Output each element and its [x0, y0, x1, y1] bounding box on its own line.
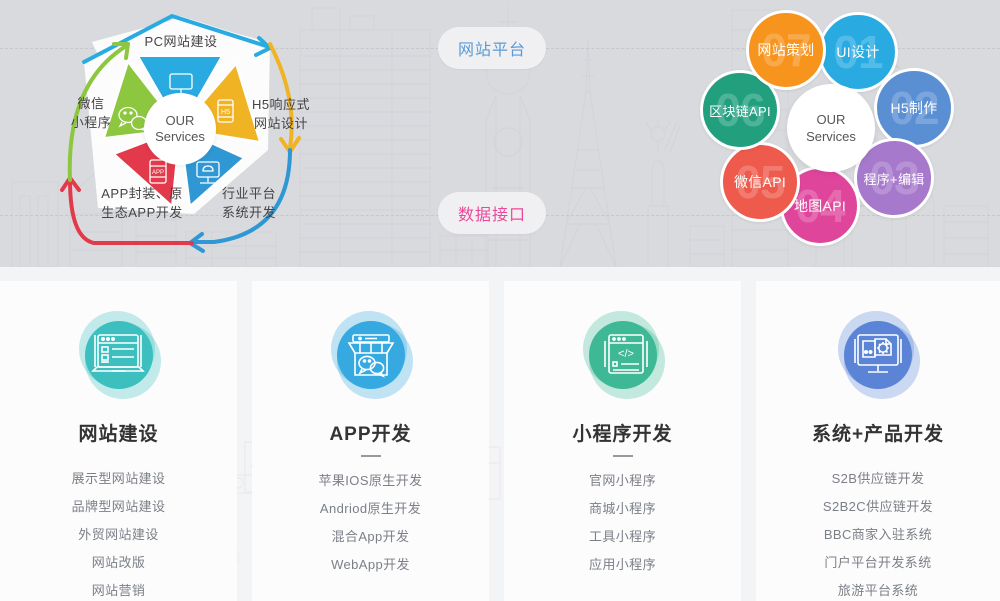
service-card-system-list: S2B供应链开发 S2B2C供应链开发 BBC商家入驻系统 门户平台开发系统 旅…: [756, 465, 1000, 601]
circles-center-line2: Services: [806, 129, 856, 144]
title-divider: [612, 455, 633, 457]
svg-text:APP: APP: [152, 170, 164, 176]
list-item[interactable]: 混合App开发: [252, 523, 489, 551]
bubble-website-planning-label: 网站策划: [757, 42, 815, 58]
circles-center-badge: OUR Services: [787, 84, 875, 172]
bubble-program-editing-label: 程序+编辑: [863, 171, 925, 187]
pill-website-platform[interactable]: 网站平台: [438, 27, 546, 69]
services-cards-section: 网站建设 展示型网站建设 品牌型网站建设 外贸网站建设 网站改版 网站营销 AP…: [0, 267, 1000, 601]
service-card-app-title: APP开发: [329, 424, 412, 445]
svg-text:H5: H5: [221, 109, 230, 116]
list-item[interactable]: 网站改版: [0, 549, 237, 577]
list-item[interactable]: 门户平台开发系统: [756, 549, 1000, 577]
bubble-h5-production-label: H5制作: [890, 100, 938, 116]
list-item[interactable]: 商城小程序: [504, 495, 741, 523]
list-item[interactable]: 苹果IOS原生开发: [252, 467, 489, 495]
list-item[interactable]: 网站营销: [0, 577, 237, 601]
bubble-blockchain-api-label: 区块链API: [709, 103, 771, 119]
bubble-wechat-api-label: 微信API: [733, 174, 787, 190]
pentagon-label-h5: H5响应式 网站设计: [251, 97, 311, 131]
list-item[interactable]: S2B2C供应链开发: [756, 493, 1000, 521]
pill-data-interface-label: 数据接口: [457, 207, 526, 224]
bubble-map-api-label: 地图API: [793, 198, 847, 214]
list-item[interactable]: S2B供应链开发: [756, 465, 1000, 493]
service-card-miniprogram-title: 小程序开发: [572, 424, 673, 445]
pentagon-center-line2: Services: [155, 129, 205, 144]
pill-website-platform-label: 网站平台: [457, 42, 526, 59]
service-card-app-list: 苹果IOS原生开发 Andriod原生开发 混合App开发 WebApp开发: [252, 467, 489, 579]
shop-wechat-icon: [321, 305, 421, 405]
service-card-website-title: 网站建设: [78, 424, 159, 445]
list-item[interactable]: Andriod原生开发: [252, 495, 489, 523]
list-item[interactable]: 官网小程序: [504, 467, 741, 495]
hero-section: 网站平台 数据接口 .pf{stroke:#fff;stroke-width:2…: [0, 0, 1000, 267]
service-card-website-list: 展示型网站建设 品牌型网站建设 外贸网站建设 网站改版 网站营销: [0, 465, 237, 601]
circles-center-line1: OUR: [816, 112, 846, 127]
svg-text:</>: </>: [618, 348, 634, 360]
service-card-system[interactable]: 系统+产品开发 S2B供应链开发 S2B2C供应链开发 BBC商家入驻系统 门户…: [756, 281, 1000, 601]
pentagon-center-badge: OUR Services: [144, 93, 216, 165]
pentagon-label-pc: PC网站建设: [144, 34, 218, 49]
list-item[interactable]: 展示型网站建设: [0, 465, 237, 493]
desktop-gear-icon: [828, 305, 928, 405]
bubble-h5-production[interactable]: 02 H5制作: [874, 68, 954, 148]
list-item[interactable]: WebApp开发: [252, 551, 489, 579]
bubble-website-planning[interactable]: 07 网站策划: [746, 10, 826, 90]
pentagon-center-line1: OUR: [165, 113, 195, 128]
service-card-app[interactable]: APP开发 苹果IOS原生开发 Andriod原生开发 混合App开发 WebA…: [252, 281, 489, 601]
list-item[interactable]: 工具小程序: [504, 523, 741, 551]
list-item[interactable]: 旅游平台系统: [756, 577, 1000, 601]
list-item[interactable]: BBC商家入驻系统: [756, 521, 1000, 549]
service-card-miniprogram-list: 官网小程序 商城小程序 工具小程序 应用小程序: [504, 467, 741, 579]
code-window-icon: </>: [573, 305, 673, 405]
pentagon-label-industry: 行业平台 系统开发: [221, 186, 276, 220]
bubble-wechat-api[interactable]: 05 微信API: [720, 142, 800, 222]
laptop-browser-icon: [69, 305, 169, 405]
service-card-system-title: 系统+产品开发: [811, 424, 945, 445]
list-item[interactable]: 品牌型网站建设: [0, 493, 237, 521]
pentagon-label-app: APP封装、原 生态APP开发: [101, 186, 183, 220]
page-root: 网站平台 数据接口 .pf{stroke:#fff;stroke-width:2…: [0, 0, 1000, 601]
pentagon-label-wechat: 微信 小程序: [70, 96, 112, 130]
title-divider: [360, 455, 381, 457]
pill-data-interface[interactable]: 数据接口: [438, 192, 546, 234]
list-item[interactable]: 外贸网站建设: [0, 521, 237, 549]
service-card-website[interactable]: 网站建设 展示型网站建设 品牌型网站建设 外贸网站建设 网站改版 网站营销: [0, 281, 237, 601]
pentagon-diagram: .pf{stroke:#fff;stroke-width:2}: [22, 2, 322, 264]
bubble-ui-design-label: UI设计: [836, 44, 880, 60]
service-card-miniprogram[interactable]: </> 小程序开发 官网小程序 商城小程序 工具小程序 应用小程序: [504, 281, 741, 601]
circles-diagram: 01 UI设计 02 H5制作 03 程序+编辑 04 地图API 05 微信A…: [688, 2, 988, 264]
list-item[interactable]: 应用小程序: [504, 551, 741, 579]
